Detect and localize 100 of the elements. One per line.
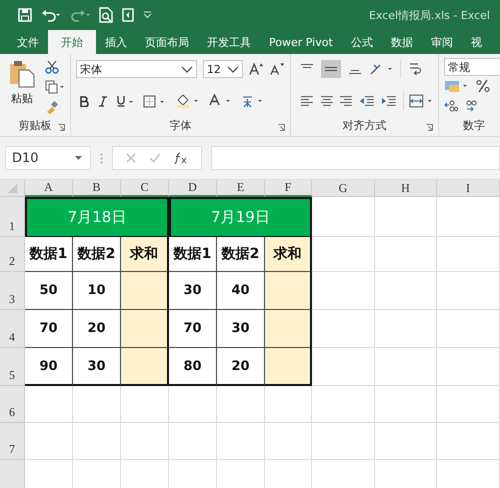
orientation-icon[interactable]: [369, 62, 393, 76]
empty-cell[interactable]: [375, 423, 437, 460]
empty-cell[interactable]: [375, 310, 437, 348]
ribbon-tab[interactable]: 页面布局: [136, 30, 198, 54]
ribbon-tab[interactable]: 开始: [48, 30, 96, 54]
decrease-decimal-icon[interactable]: [464, 100, 478, 112]
ribbon-tab[interactable]: 视: [462, 30, 491, 54]
row-header[interactable]: 5: [0, 348, 25, 386]
empty-cell[interactable]: [73, 423, 121, 460]
font-name-dropdown[interactable]: 宋体: [76, 60, 197, 78]
empty-cell[interactable]: [312, 423, 375, 460]
dialog-launcher-icon[interactable]: [426, 124, 433, 131]
print-preview-icon[interactable]: [99, 7, 113, 23]
insert-function-icon[interactable]: [174, 152, 188, 164]
align-middle-button[interactable]: [321, 60, 341, 78]
align-right-icon[interactable]: [339, 95, 354, 107]
paste-button[interactable]: 粘贴: [5, 58, 39, 120]
empty-cell[interactable]: [265, 386, 312, 423]
select-all-corner-icon[interactable]: [0, 180, 25, 197]
phonetic-guide-icon[interactable]: [241, 94, 263, 108]
table-cell: [265, 348, 312, 386]
ribbon-tab[interactable]: 插入: [96, 30, 136, 54]
empty-cell[interactable]: [437, 310, 500, 348]
decrease-indent-icon[interactable]: [359, 95, 375, 107]
currency-icon[interactable]: [444, 79, 470, 93]
save-icon[interactable]: [18, 8, 32, 22]
check-icon[interactable]: [148, 153, 161, 163]
cancel-icon[interactable]: [126, 153, 136, 163]
ribbon-tab[interactable]: 文件: [8, 30, 48, 54]
align-left-icon[interactable]: [300, 95, 314, 107]
customize-caret-icon[interactable]: [143, 11, 152, 19]
font-color-icon[interactable]: [209, 94, 231, 108]
wrap-text-icon[interactable]: [408, 62, 422, 76]
document-icon[interactable]: [122, 8, 134, 22]
row-header[interactable]: 1: [0, 197, 25, 237]
redo-icon[interactable]: [70, 8, 90, 22]
empty-cell[interactable]: [437, 237, 500, 272]
empty-cell[interactable]: [169, 423, 217, 460]
column-header[interactable]: E: [217, 180, 265, 197]
dialog-launcher-icon[interactable]: [58, 124, 65, 131]
empty-cell[interactable]: [217, 386, 265, 423]
scissors-icon[interactable]: [45, 60, 59, 74]
column-header[interactable]: D: [169, 180, 217, 197]
increase-indent-icon[interactable]: [380, 95, 396, 107]
column-header[interactable]: I: [437, 180, 500, 197]
fill-color-icon[interactable]: [175, 94, 199, 108]
empty-cell[interactable]: [375, 272, 437, 310]
borders-icon[interactable]: [143, 94, 165, 108]
column-header[interactable]: B: [73, 180, 121, 197]
empty-cell[interactable]: [265, 423, 312, 460]
increase-decimal-icon[interactable]: [444, 100, 458, 112]
align-center-icon[interactable]: [320, 95, 334, 107]
row-header[interactable]: 2: [0, 237, 25, 272]
row-header[interactable]: 7: [0, 423, 25, 460]
row-header[interactable]: 4: [0, 310, 25, 348]
ribbon-tab[interactable]: 开发工具: [198, 30, 260, 54]
dialog-launcher-icon[interactable]: [278, 124, 285, 131]
format-painter-icon[interactable]: [45, 100, 59, 114]
empty-cell[interactable]: [437, 197, 500, 237]
empty-cell[interactable]: [375, 348, 437, 386]
name-box[interactable]: D10: [5, 146, 91, 170]
empty-cell[interactable]: [312, 386, 375, 423]
font-size-dropdown[interactable]: 12: [202, 60, 243, 78]
empty-cell[interactable]: [437, 386, 500, 423]
column-header[interactable]: G: [312, 180, 375, 197]
empty-cell[interactable]: [375, 237, 437, 272]
row-header[interactable]: [0, 460, 25, 488]
column-header[interactable]: A: [25, 180, 73, 197]
bold-icon[interactable]: [80, 96, 89, 106]
ribbon-tab[interactable]: Power Pivot: [260, 30, 342, 54]
decrease-font-size-icon[interactable]: [270, 62, 285, 76]
drag-handle-icon[interactable]: [100, 152, 103, 164]
increase-font-size-icon[interactable]: [248, 62, 264, 76]
empty-cell[interactable]: [121, 423, 169, 460]
row-header[interactable]: 3: [0, 272, 25, 310]
underline-icon[interactable]: [117, 95, 133, 107]
copy-icon[interactable]: [45, 80, 65, 94]
empty-cell[interactable]: [375, 197, 437, 237]
formula-input[interactable]: [211, 146, 500, 170]
column-header[interactable]: F: [265, 180, 312, 197]
italic-icon[interactable]: [99, 96, 107, 106]
empty-cell[interactable]: [121, 386, 169, 423]
ribbon-tab[interactable]: 公式: [342, 30, 382, 54]
empty-cell[interactable]: [169, 386, 217, 423]
ribbon-tab[interactable]: 审阅: [422, 30, 462, 54]
ribbon-tab[interactable]: 数据: [382, 30, 422, 54]
column-header[interactable]: C: [121, 180, 169, 197]
column-header[interactable]: H: [375, 180, 437, 197]
row-header[interactable]: 6: [0, 386, 25, 423]
empty-cell[interactable]: [73, 386, 121, 423]
table-cell: 80: [169, 348, 217, 386]
merge-cells-icon[interactable]: [409, 94, 433, 108]
percent-icon[interactable]: [476, 79, 490, 93]
undo-icon[interactable]: [41, 8, 61, 22]
empty-cell[interactable]: [375, 386, 437, 423]
empty-cell[interactable]: [437, 348, 500, 386]
empty-cell[interactable]: [217, 423, 265, 460]
empty-cell[interactable]: [437, 272, 500, 310]
number-format-dropdown[interactable]: 常规: [444, 58, 500, 76]
empty-cell[interactable]: [437, 423, 500, 460]
